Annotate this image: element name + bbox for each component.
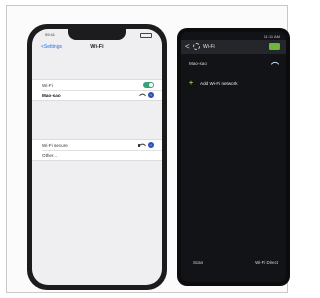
ios-networks-group: Wi-Fi secure i Other... bbox=[32, 139, 162, 161]
settings-gear-icon bbox=[193, 43, 200, 50]
wifi-direct-button[interactable]: Wi-Fi Direct bbox=[255, 260, 278, 265]
android-bottom-bar: Scan Wi-Fi Direct bbox=[181, 260, 286, 270]
android-back-button[interactable]: < bbox=[185, 42, 190, 52]
image-frame: 09:41 <Settings Wi-Fi Wi-Fi Mao-sao i Wi… bbox=[6, 5, 290, 293]
android-network-label: Mao-sao bbox=[189, 61, 207, 66]
ios-screen: 09:41 <Settings Wi-Fi Wi-Fi Mao-sao i Wi… bbox=[32, 29, 162, 285]
ios-status-time: 09:41 bbox=[45, 32, 56, 37]
add-network-label: Add Wi-Fi network bbox=[200, 81, 238, 86]
ios-wifi-group: Wi-Fi Mao-sao i bbox=[32, 79, 162, 101]
android-status-time: 11:11 AM bbox=[263, 34, 280, 39]
info-icon[interactable]: i bbox=[148, 92, 154, 98]
iphone-device: 09:41 <Settings Wi-Fi Wi-Fi Mao-sao i Wi… bbox=[27, 24, 167, 290]
scan-button[interactable]: Scan bbox=[193, 260, 203, 265]
ios-nav-bar: <Settings Wi-Fi bbox=[32, 41, 162, 55]
info-icon[interactable]: i bbox=[148, 142, 154, 148]
android-device: 11:11 AM < Wi-Fi Mao-sao + Add Wi-Fi net… bbox=[177, 28, 290, 286]
battery-icon bbox=[140, 33, 152, 38]
wifi-master-switch[interactable] bbox=[269, 43, 280, 50]
add-icon: + bbox=[189, 80, 194, 87]
wifi-signal-icon bbox=[138, 141, 147, 150]
android-screen: 11:11 AM < Wi-Fi Mao-sao + Add Wi-Fi net… bbox=[181, 32, 286, 282]
ios-wifi-toggle-row: Wi-Fi bbox=[32, 80, 162, 90]
iphone-notch bbox=[68, 29, 126, 40]
ios-wifi-label: Wi-Fi bbox=[42, 83, 53, 88]
android-network-row[interactable]: Mao-sao bbox=[181, 58, 286, 70]
ios-page-title: Wi-Fi bbox=[90, 44, 104, 50]
ios-other-network-row[interactable]: Other... bbox=[32, 150, 162, 160]
wifi-signal-icon bbox=[270, 59, 280, 69]
ios-connected-network-row[interactable]: Mao-sao i bbox=[32, 90, 162, 100]
ios-network-row[interactable]: Wi-Fi secure i bbox=[32, 140, 162, 150]
android-page-title: Wi-Fi bbox=[203, 44, 215, 50]
ios-network-label: Wi-Fi secure bbox=[42, 143, 68, 148]
ios-other-label: Other... bbox=[42, 153, 58, 158]
wifi-signal-icon bbox=[138, 91, 147, 100]
android-action-bar: < Wi-Fi bbox=[181, 40, 286, 54]
ios-connected-network-label: Mao-sao bbox=[42, 93, 61, 98]
android-add-network-row[interactable]: + Add Wi-Fi network bbox=[181, 78, 286, 90]
wifi-toggle-switch[interactable] bbox=[143, 82, 154, 88]
